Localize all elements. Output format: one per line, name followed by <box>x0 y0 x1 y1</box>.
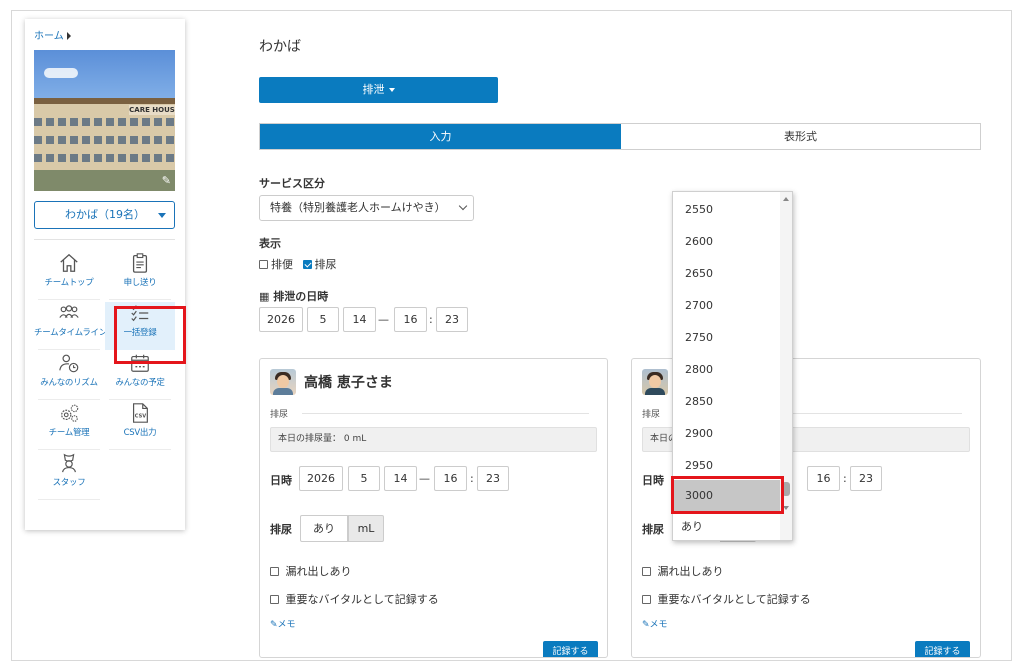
svg-text:CSV: CSV <box>135 414 146 420</box>
view-tabs: 入力 表形式 <box>259 123 981 150</box>
today-volume: 本日の排尿量： 0 mL <box>270 427 597 452</box>
presence-select[interactable]: あり <box>673 512 721 540</box>
caret-down-icon <box>158 213 166 218</box>
hour-input[interactable]: 16 <box>434 466 467 491</box>
display-options: 排便 排尿 <box>259 256 343 272</box>
team-icon <box>59 305 79 318</box>
service-label: サービス区分 <box>259 177 325 190</box>
day-input[interactable]: 14 <box>343 307 376 332</box>
nav-csv-export[interactable]: CSV CSV出力 <box>105 402 175 450</box>
person-clock-icon <box>59 354 79 373</box>
memo-link[interactable]: ✎メモ <box>642 617 668 630</box>
dropdown-option[interactable]: 2600 <box>673 226 780 258</box>
resident-name: 高橋 恵子さま <box>304 375 393 391</box>
record-type-button[interactable]: 排泄 <box>259 77 498 103</box>
datetime-label: 日時 <box>642 474 664 487</box>
highlight-bulk-register <box>114 306 186 364</box>
caret-down-icon <box>388 88 395 92</box>
record-button[interactable]: 記録する <box>915 641 970 657</box>
scroll-up-icon[interactable] <box>783 197 789 201</box>
month-input[interactable]: 5 <box>348 466 380 491</box>
dropdown-option[interactable]: 2550 <box>673 194 780 226</box>
day-input[interactable]: 14 <box>384 466 417 491</box>
building: CARE HOUS <box>34 98 175 170</box>
cloud <box>44 68 78 78</box>
nav-team-top[interactable]: チームトップ <box>34 252 104 300</box>
nav-everyone-rhythm[interactable]: みんなのリズム <box>34 352 104 400</box>
checkbox-icon[interactable] <box>270 595 279 604</box>
nav-staff[interactable]: スタッフ <box>34 452 104 500</box>
avatar <box>642 369 668 395</box>
edit-photo-icon[interactable]: ✎ <box>162 174 171 187</box>
dropdown-option[interactable]: 2800 <box>673 354 780 386</box>
year-input[interactable]: 2026 <box>259 307 303 332</box>
unit-select[interactable]: わかば（19名） <box>34 201 175 229</box>
unit-addon: mL <box>348 515 384 542</box>
amount-label: 排尿 <box>270 523 292 536</box>
building-sign: CARE HOUS <box>129 105 175 115</box>
chevron-down-icon <box>458 201 468 211</box>
dropdown-option[interactable]: 2650 <box>673 258 780 290</box>
section-label: 排尿 <box>270 410 289 420</box>
checkbox-icon[interactable] <box>642 595 651 604</box>
year-input[interactable]: 2026 <box>299 466 343 491</box>
record-button[interactable]: 記録する <box>543 641 598 657</box>
month-input[interactable]: 5 <box>307 307 339 332</box>
datetime-label: 日時 <box>270 474 292 487</box>
checkbox-checked-icon[interactable] <box>302 260 312 269</box>
dropdown-option[interactable]: 2850 <box>673 386 780 418</box>
pencil-icon: ✎ <box>642 620 650 630</box>
vital-option[interactable]: 重要なバイタルとして記録する <box>270 591 439 607</box>
tab-input[interactable]: 入力 <box>260 124 621 149</box>
dropdown-option[interactable]: 2900 <box>673 418 780 450</box>
tab-table[interactable]: 表形式 <box>621 124 980 149</box>
leak-option[interactable]: 漏れ出しあり <box>642 563 724 579</box>
caret-right-icon <box>66 32 71 40</box>
section-label: 排尿 <box>642 410 661 420</box>
display-label: 表示 <box>259 237 281 250</box>
avatar <box>270 369 296 395</box>
nav-team-timeline[interactable]: チームタイムライン <box>34 302 107 350</box>
datetime-label: ▦ 排泄の日時 <box>259 290 329 303</box>
nav-handover[interactable]: 申し送り <box>105 252 175 300</box>
amount-label: 排尿 <box>642 523 664 536</box>
facility-photo: CARE HOUS ✎ <box>34 50 175 191</box>
highlight-selected-option <box>671 476 784 514</box>
memo-link[interactable]: ✎メモ <box>270 617 296 630</box>
home-icon <box>60 253 78 272</box>
minute-input[interactable]: 23 <box>850 466 882 491</box>
calendar-icon: ▦ <box>259 290 270 303</box>
clipboard-icon <box>132 253 148 273</box>
checkbox-icon[interactable] <box>270 567 279 576</box>
gears-icon <box>61 404 79 422</box>
nav-team-management[interactable]: チーム管理 <box>34 402 104 450</box>
resident-card: 高橋 恵子さま 排尿 本日の排尿量： 0 mL 日時 2026 5 14 — 1… <box>259 358 608 658</box>
display-option-stool[interactable]: 排便 <box>259 258 293 271</box>
checkbox-icon[interactable] <box>259 260 268 269</box>
staff-icon <box>61 453 77 473</box>
hour-input[interactable]: 16 <box>394 307 427 332</box>
leak-option[interactable]: 漏れ出しあり <box>270 563 352 579</box>
sidebar: ホーム CARE HOUS ✎ わかば（19名） チームトップ 申し送り チーム… <box>25 19 185 530</box>
display-option-urine[interactable]: 排尿 <box>302 258 337 271</box>
minute-input[interactable]: 23 <box>477 466 509 491</box>
breadcrumb[interactable]: ホーム <box>34 27 71 42</box>
presence-select[interactable]: あり <box>300 515 348 542</box>
csv-file-icon: CSV <box>132 403 148 423</box>
checkbox-icon[interactable] <box>642 567 651 576</box>
page-title: わかば <box>259 39 301 55</box>
breadcrumb-home-link[interactable]: ホーム <box>34 31 64 42</box>
vital-option[interactable]: 重要なバイタルとして記録する <box>642 591 811 607</box>
pencil-icon: ✎ <box>270 620 278 630</box>
hour-input[interactable]: 16 <box>807 466 840 491</box>
minute-input[interactable]: 23 <box>436 307 468 332</box>
service-select[interactable]: 特養（特別養護老人ホームけやき） <box>259 195 474 221</box>
dropdown-option[interactable]: 2750 <box>673 322 780 354</box>
dropdown-option[interactable]: 2700 <box>673 290 780 322</box>
